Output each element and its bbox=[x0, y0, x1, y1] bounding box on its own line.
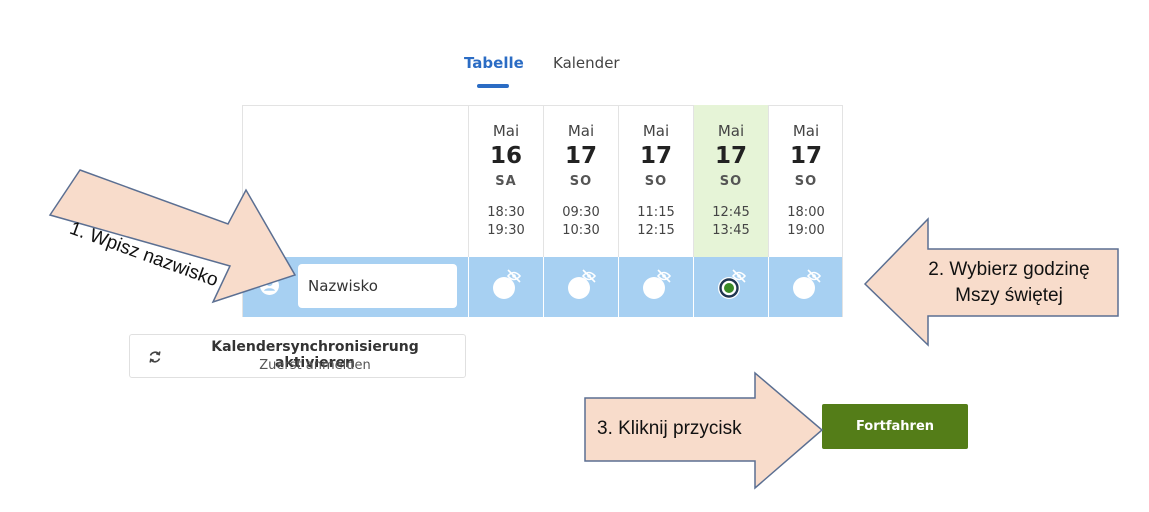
annotation-step-3: 3. Kliknij przycisk bbox=[597, 418, 742, 439]
annotation-step-2-line2: Mszy świętej bbox=[955, 285, 1063, 306]
annotation-step-2: 2. Wybierz godzinę Mszy świętej bbox=[904, 257, 1114, 309]
annotation-step-2-line1: 2. Wybierz godzinę bbox=[928, 259, 1090, 280]
